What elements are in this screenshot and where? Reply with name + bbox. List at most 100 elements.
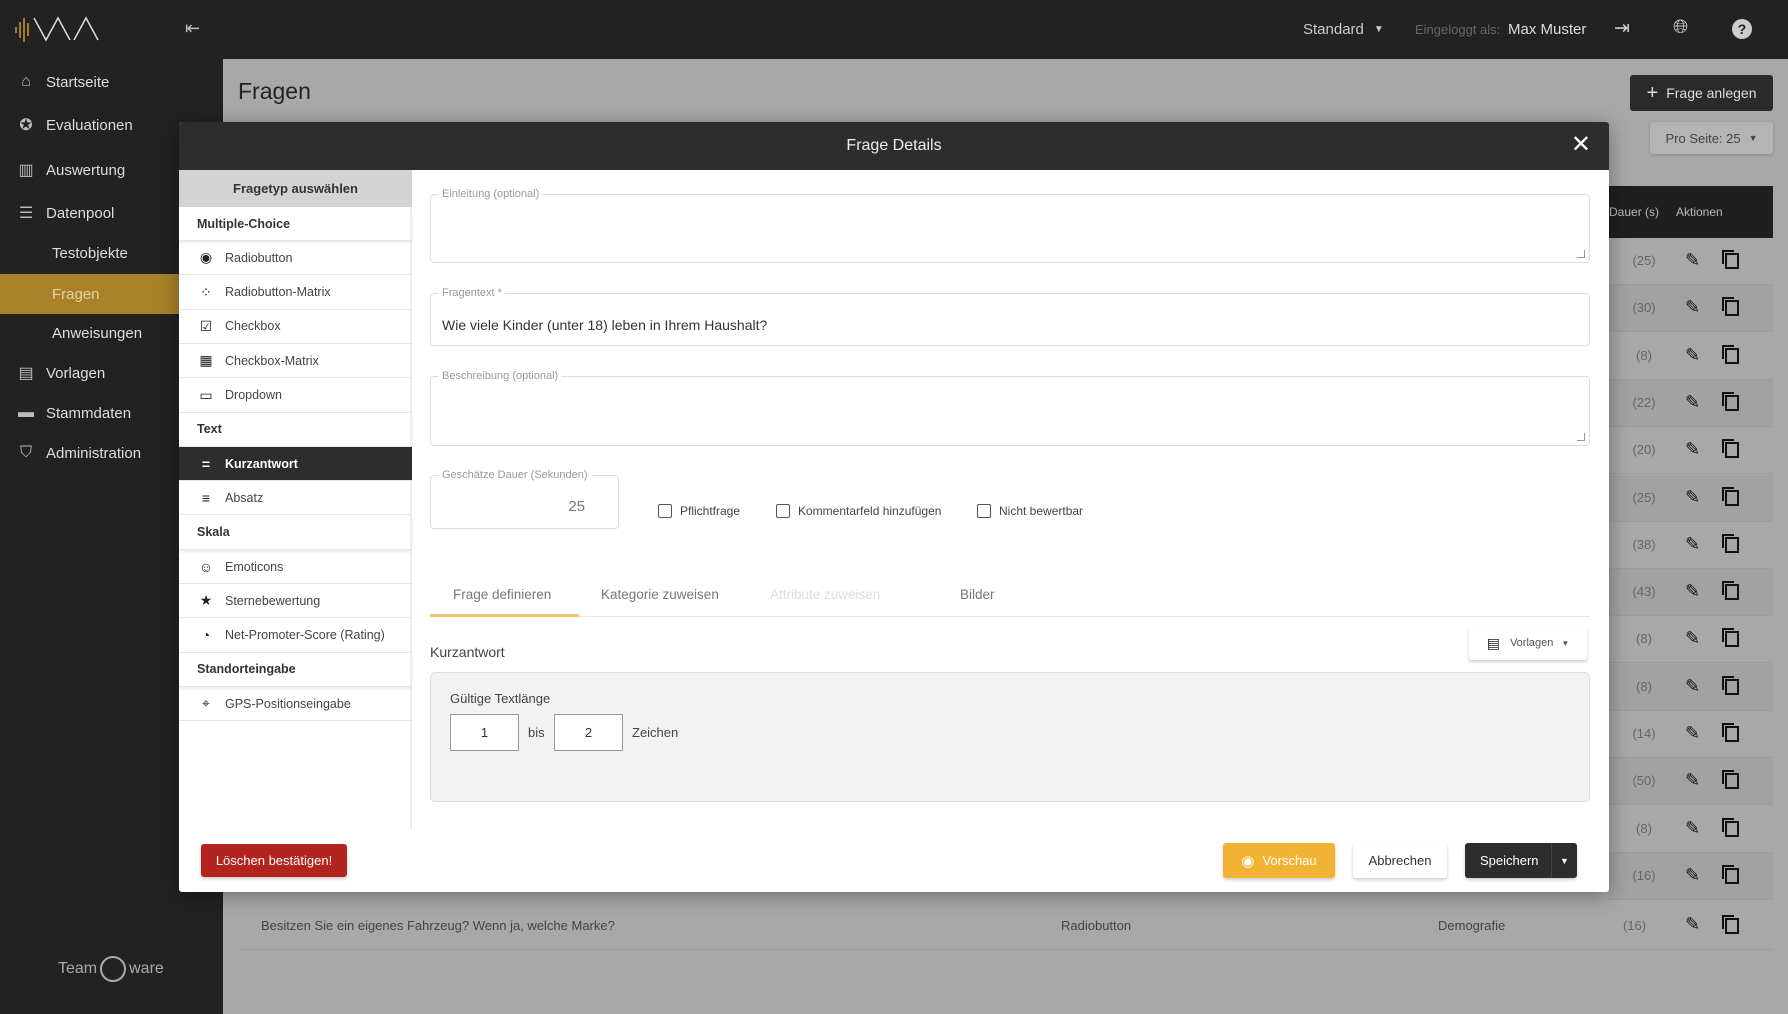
question-details-modal: Frage Details ✕ Fragetyp auswählen Multi… xyxy=(179,122,1609,892)
edit-icon[interactable]: ✎ xyxy=(1685,723,1700,744)
type-item-checkbox[interactable]: ☑ Checkbox xyxy=(179,310,412,344)
edit-icon[interactable]: ✎ xyxy=(1685,487,1700,508)
question-duration: (8) xyxy=(1636,678,1652,694)
table-row[interactable]: (8) ✎ xyxy=(1609,616,1773,664)
type-item-kurzantwort[interactable]: = Kurzantwort xyxy=(179,447,412,482)
type-label: Standorteingabe xyxy=(197,662,296,677)
emoticons-icon: ☺ xyxy=(198,558,214,575)
table-row[interactable]: (25) ✎ xyxy=(1609,474,1773,522)
description-label: Beschreibung (optional) xyxy=(439,370,562,382)
required-checkbox[interactable]: Pflichtfrage xyxy=(658,504,740,518)
resize-handle[interactable] xyxy=(1577,250,1585,258)
copy-icon[interactable] xyxy=(1721,675,1739,695)
not-ratable-checkbox[interactable]: Nicht bewertbar xyxy=(977,504,1083,518)
type-label: Radiobutton-Matrix xyxy=(225,285,331,300)
edit-icon[interactable]: ✎ xyxy=(1685,439,1700,460)
type-item-dropdown[interactable]: ▭ Dropdown xyxy=(179,379,412,413)
type-item-emoticons[interactable]: ☺ Emoticons xyxy=(179,550,412,584)
table-row[interactable]: (8) ✎ xyxy=(1609,806,1773,853)
table-row[interactable]: (30) ✎ xyxy=(1609,285,1773,333)
per-page-dropdown[interactable]: Pro Seite: 25 ▼ xyxy=(1650,122,1773,154)
copy-icon[interactable] xyxy=(1721,722,1739,742)
table-row[interactable]: (25) ✎ xyxy=(1609,238,1773,285)
table-row[interactable]: (8) ✎ xyxy=(1609,333,1773,380)
question-duration: (30) xyxy=(1632,300,1656,316)
templates-button[interactable]: ▤ Vorlagen ▼ xyxy=(1469,626,1587,660)
question-duration: (14) xyxy=(1632,726,1656,741)
save-options-caret[interactable]: ▼ xyxy=(1551,843,1577,878)
edit-icon[interactable]: ✎ xyxy=(1685,581,1700,602)
edit-icon[interactable]: ✎ xyxy=(1685,628,1700,649)
type-item-net-promoter-score-rating[interactable]: ◔ Net-Promoter-Score (Rating) xyxy=(179,619,412,653)
copy-icon[interactable] xyxy=(1721,344,1739,364)
list-icon: ☰ xyxy=(18,205,34,222)
intro-field[interactable]: Einleitung (optional) xyxy=(430,188,1590,263)
edit-icon[interactable]: ✎ xyxy=(1685,250,1700,271)
collapse-menu-icon[interactable]: ⇤ xyxy=(185,18,200,39)
max-length-input[interactable]: 2 xyxy=(554,714,623,751)
copy-icon[interactable] xyxy=(1721,249,1739,269)
edit-icon[interactable]: ✎ xyxy=(1685,676,1700,697)
copy-icon[interactable] xyxy=(1721,486,1739,506)
copy-icon[interactable] xyxy=(1721,580,1739,601)
dropdown-icon: ▭ xyxy=(199,386,213,403)
table-row[interactable]: (38) ✎ xyxy=(1609,522,1773,569)
copy-icon[interactable] xyxy=(1721,627,1739,648)
copy-icon[interactable] xyxy=(1721,769,1739,790)
close-icon[interactable]: ✕ xyxy=(1571,132,1591,158)
mode-dropdown[interactable]: Standard ▼ xyxy=(1303,21,1384,38)
tab-assign-category[interactable]: Kategorie zuweisen xyxy=(601,587,719,602)
edit-icon[interactable]: ✎ xyxy=(1685,818,1700,839)
comment-field-checkbox[interactable]: Kommentarfeld hinzufügen xyxy=(776,504,941,518)
edit-icon[interactable]: ✎ xyxy=(1685,345,1700,366)
preview-button[interactable]: ◉ Vorschau xyxy=(1223,843,1335,878)
type-item-checkbox-matrix[interactable]: ▦ Checkbox-Matrix xyxy=(179,344,412,379)
type-item-radiobutton-matrix[interactable]: ⁘ Radiobutton-Matrix xyxy=(179,276,412,310)
type-item-sternebewertung[interactable]: ★ Sternebewertung xyxy=(179,584,412,619)
min-length-input[interactable]: 1 xyxy=(450,714,519,751)
checkbox-label: Kommentarfeld hinzufügen xyxy=(798,504,942,518)
edit-icon[interactable]: ✎ xyxy=(1685,914,1700,935)
edit-icon[interactable]: ✎ xyxy=(1685,534,1700,555)
table-row[interactable]: (22) ✎ xyxy=(1609,379,1773,427)
edit-icon[interactable]: ✎ xyxy=(1685,865,1700,886)
edit-icon[interactable]: ✎ xyxy=(1685,297,1700,318)
table-row[interactable]: (16) ✎ xyxy=(1609,852,1773,900)
create-question-button[interactable]: + Frage anlegen xyxy=(1630,75,1773,111)
globe-icon[interactable]: 🌐︎ xyxy=(1673,17,1688,39)
confirm-delete-button[interactable]: Löschen bestätigen! xyxy=(201,844,347,877)
resize-handle[interactable] xyxy=(1577,433,1585,441)
duration-field[interactable]: Geschätze Dauer (Sekunden) 25 xyxy=(430,469,619,529)
table-row[interactable]: (8) ✎ xyxy=(1609,663,1773,711)
table-row[interactable]: Besitzen Sie ein eigenes Fahrzeug? Wenn … xyxy=(238,903,1773,950)
logout-icon[interactable]: ⇥ xyxy=(1614,17,1630,40)
type-item-gps-positionseingabe[interactable]: ⌖ GPS-Positionseingabe xyxy=(179,687,412,722)
copy-icon[interactable] xyxy=(1721,533,1739,553)
copy-icon[interactable] xyxy=(1721,391,1739,411)
copy-icon[interactable] xyxy=(1721,296,1739,317)
question-duration: (50) xyxy=(1632,773,1656,789)
table-row[interactable]: (50) ✎ xyxy=(1609,758,1773,806)
type-item-radiobutton[interactable]: ◉ Radiobutton xyxy=(179,241,412,276)
question-duration: (25) xyxy=(1632,253,1656,268)
table-row[interactable]: (14) ✎ xyxy=(1609,711,1773,758)
copy-icon[interactable] xyxy=(1721,817,1739,837)
edit-icon[interactable]: ✎ xyxy=(1685,392,1700,413)
question-text-field[interactable]: Fragentext * Wie viele Kinder (unter 18)… xyxy=(430,287,1590,346)
copy-icon[interactable] xyxy=(1721,438,1739,459)
type-item-absatz[interactable]: ≡ Absatz xyxy=(179,481,412,516)
tab-images[interactable]: Bilder xyxy=(960,587,995,602)
sidebar-item-label: Stammdaten xyxy=(46,404,132,422)
sidebar-item-startseite[interactable]: ⌂ Startseite xyxy=(0,62,223,102)
tab-define-question[interactable]: Frage definieren xyxy=(453,587,551,602)
copy-icon[interactable] xyxy=(1721,864,1739,884)
save-button[interactable]: Speichern ▼ xyxy=(1465,843,1577,878)
description-field[interactable]: Beschreibung (optional) xyxy=(430,370,1590,446)
table-row[interactable]: (43) ✎ xyxy=(1609,569,1773,617)
question-duration: (38) xyxy=(1632,536,1656,552)
table-row[interactable]: (20) ✎ xyxy=(1609,427,1773,475)
edit-icon[interactable]: ✎ xyxy=(1685,770,1700,791)
cancel-button[interactable]: Abbrechen xyxy=(1353,843,1447,878)
help-icon[interactable]: ? xyxy=(1732,19,1752,39)
copy-icon[interactable] xyxy=(1721,914,1739,934)
